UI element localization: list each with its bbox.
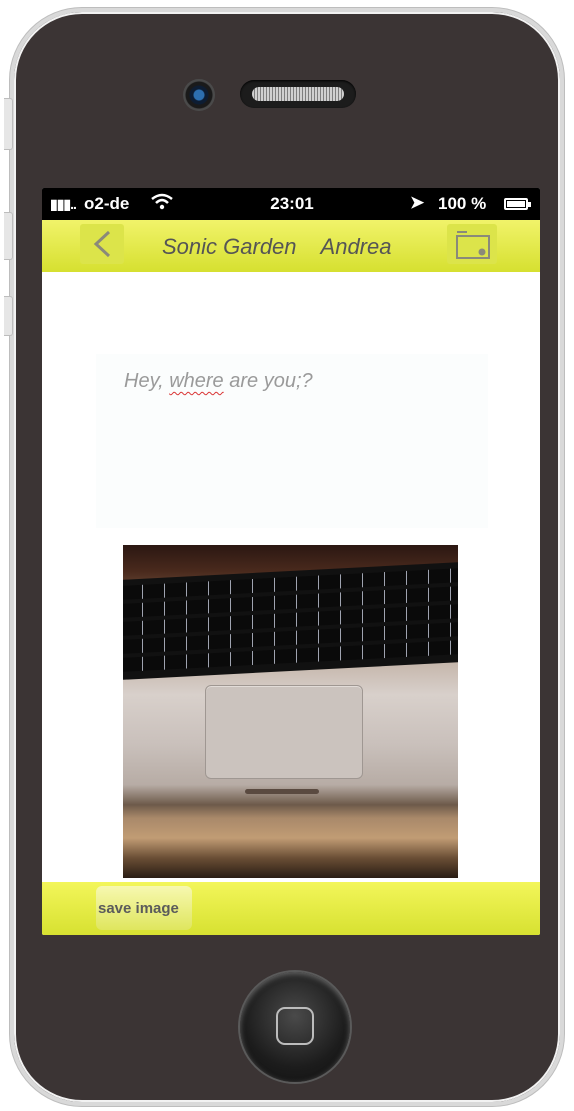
folder-icon: [456, 231, 490, 259]
front-camera: [183, 79, 215, 111]
wifi-icon: [150, 192, 174, 217]
message-text: Hey, where are you;?: [124, 370, 313, 393]
home-button[interactable]: [240, 972, 350, 1082]
message-prefix: Hey,: [124, 370, 170, 392]
message-bubble: Hey, where are you;?: [96, 354, 488, 528]
back-chevron-icon: [93, 230, 111, 258]
message-suffix: are you;?: [223, 370, 313, 392]
folder-button[interactable]: [447, 224, 497, 264]
nav-bar: Sonic Garden Andrea: [42, 220, 540, 272]
location-arrow-icon: ➤: [410, 193, 425, 212]
home-square-icon: [276, 1007, 314, 1045]
photo-keyboard: [123, 562, 458, 680]
clock: 23:01: [270, 194, 314, 213]
volume-up-button: [4, 212, 13, 260]
title-app-name: Sonic Garden: [162, 234, 297, 259]
bottom-toolbar: save image: [42, 882, 540, 935]
app-screen: ▮▮▮.. o2-de 23:01 ➤ 100 % Sonic Garden An…: [42, 188, 540, 935]
battery-tip: [528, 202, 531, 207]
mute-switch: [4, 98, 13, 150]
title-contact-name: Andrea: [320, 234, 392, 259]
page-title: Sonic Garden Andrea: [162, 234, 415, 260]
speaker-grill: [252, 87, 344, 101]
save-image-button[interactable]: save image: [96, 886, 192, 930]
carrier-label: o2-de: [84, 194, 130, 213]
battery-level: [507, 201, 525, 207]
misspelled-word: where: [169, 370, 224, 392]
battery-icon: [504, 198, 528, 210]
back-button[interactable]: [80, 224, 124, 264]
photo-lid-notch: [245, 789, 319, 794]
battery-percent: 100 %: [438, 194, 487, 213]
earpiece-speaker: [240, 80, 356, 108]
signal-icon: ▮▮▮..: [50, 196, 77, 212]
status-bar: ▮▮▮.. o2-de 23:01 ➤ 100 %: [42, 188, 540, 220]
photo-trackpad: [205, 685, 363, 779]
attached-photo: [123, 545, 458, 878]
volume-down-button: [4, 296, 13, 336]
